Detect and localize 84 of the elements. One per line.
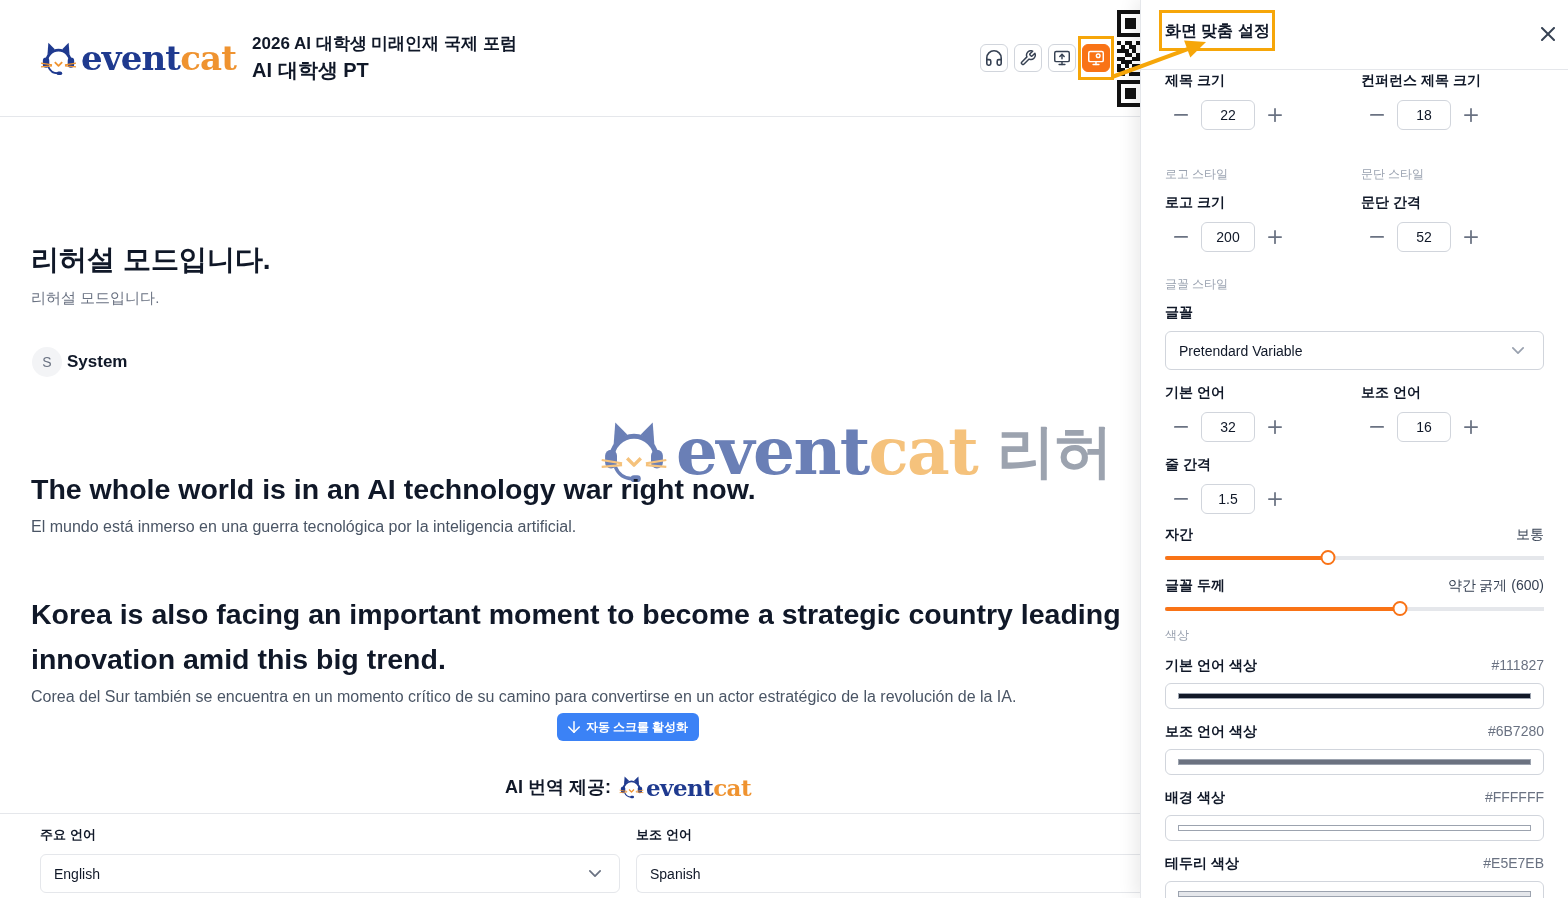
plus-icon <box>1268 230 1282 244</box>
field-label: 컨퍼런스 제목 크기 <box>1361 71 1482 90</box>
auto-scroll-button[interactable]: 자동 스크롤 활성화 <box>556 713 700 741</box>
minus-icon <box>1174 498 1188 500</box>
headphones-icon <box>986 50 1002 66</box>
notice-text: 리허설 모드입니다. <box>31 288 161 308</box>
number-field[interactable]: 16 <box>1397 412 1451 442</box>
panel-title: 화면 맞춤 설정 <box>1165 21 1270 41</box>
number-field[interactable]: 52 <box>1397 222 1451 252</box>
minus-icon <box>1174 114 1188 116</box>
minus-icon <box>1370 236 1384 238</box>
cat-logo-icon <box>619 775 645 799</box>
minus-icon <box>1174 236 1188 238</box>
number-field[interactable]: 22 <box>1201 100 1255 130</box>
monitor-upload-icon <box>1054 50 1070 66</box>
minus-icon <box>1370 426 1384 428</box>
logo-wordmark: eventcat <box>81 41 237 75</box>
transcript-text: Korea is also facing an important moment to become a strategic country leading innovation amid this big trend. <box>31 597 1122 677</box>
color-label: 기본 언어 색상 <box>1165 656 1257 675</box>
minus-icon <box>1370 114 1384 116</box>
field-label: 제목 크기 <box>1165 71 1226 90</box>
field-label: 로고 크기 <box>1165 193 1226 212</box>
field-label: 문단 간격 <box>1361 193 1422 212</box>
section-heading: 글꼴 스타일 <box>1165 276 1230 292</box>
translation-text: El mundo está inmerso en una guerra tecnológica por la inteligencia artificial. <box>31 517 578 537</box>
notice-title: 리허설 모드입니다. <box>31 243 272 277</box>
color-label: 보조 언어 색상 <box>1165 722 1257 741</box>
speaker-name: System <box>67 351 128 374</box>
slider-thumb[interactable] <box>1320 550 1336 565</box>
color-field[interactable] <box>1165 683 1544 709</box>
slider-label: 자간 <box>1165 525 1193 544</box>
minus-icon <box>1174 426 1188 428</box>
number-field[interactable]: 32 <box>1201 412 1255 442</box>
plus-icon <box>1268 492 1282 506</box>
slider-label: 글꼴 두께 <box>1165 576 1225 595</box>
field-label: 주요 언어 <box>40 827 97 843</box>
plus-icon <box>1464 420 1478 434</box>
language-select[interactable]: Spanish <box>636 854 1140 893</box>
translation-text: Corea del Sur también se encuentra en un momento crítico de su camino para convertirse en un actor estratégico de la revolución de la IA. <box>31 687 1018 707</box>
slider-thumb[interactable] <box>1392 601 1408 616</box>
chevron-down-icon <box>1512 347 1524 354</box>
color-hex: #E5E7EB <box>1483 854 1544 873</box>
field-label: 글꼴 <box>1165 303 1194 322</box>
close-icon <box>1541 27 1555 41</box>
qr-code-icon <box>1117 9 1140 107</box>
plus-icon <box>1464 108 1478 122</box>
logo-wordmark: eventcat <box>646 775 751 799</box>
credit-label: AI 번역 제공: <box>505 775 612 799</box>
session-title: AI 대학생 PT <box>252 58 370 83</box>
event-title: 2026 AI 대학생 미래인재 국제 포럼 <box>252 33 517 55</box>
cat-logo-icon <box>40 40 77 76</box>
section-heading: 색상 <box>1165 627 1190 643</box>
chevron-down-icon <box>589 870 601 877</box>
number-field[interactable]: 18 <box>1397 100 1451 130</box>
color-hex: #6B7280 <box>1487 722 1544 741</box>
color-label: 배경 색상 <box>1165 788 1225 807</box>
field-label: 보조 언어 <box>1361 383 1422 402</box>
slider-value: 보통 <box>1516 525 1544 544</box>
font-select[interactable]: Pretendard Variable <box>1165 331 1544 370</box>
watermark-label: 리허 <box>997 422 1114 480</box>
number-field[interactable]: 200 <box>1201 222 1255 252</box>
field-label: 줄 간격 <box>1165 455 1212 474</box>
section-heading: 문단 스타일 <box>1361 166 1426 182</box>
plus-icon <box>1268 420 1282 434</box>
field-label: 기본 언어 <box>1165 383 1226 402</box>
toolbar-button[interactable] <box>1048 44 1076 72</box>
plus-icon <box>1464 230 1478 244</box>
language-select[interactable]: English <box>40 854 620 893</box>
field-label: 보조 언어 <box>636 827 693 843</box>
slider-value: 약간 굵게 (600) <box>1447 576 1544 595</box>
speaker-avatar: S <box>32 347 62 377</box>
wrench-icon <box>1020 50 1036 66</box>
toolbar-button[interactable] <box>1014 44 1042 72</box>
plus-icon <box>1268 108 1282 122</box>
color-hex: #FFFFFF <box>1484 788 1544 807</box>
color-field[interactable] <box>1165 815 1544 841</box>
close-button[interactable] <box>1538 24 1558 44</box>
color-label: 테두리 색상 <box>1165 854 1239 873</box>
toolbar-button[interactable] <box>980 44 1008 72</box>
number-field[interactable]: 1.5 <box>1201 484 1255 514</box>
section-heading: 로고 스타일 <box>1165 166 1230 182</box>
color-field[interactable] <box>1165 749 1544 775</box>
color-hex: #111827 <box>1491 656 1544 675</box>
arrow-down-icon <box>567 721 580 733</box>
